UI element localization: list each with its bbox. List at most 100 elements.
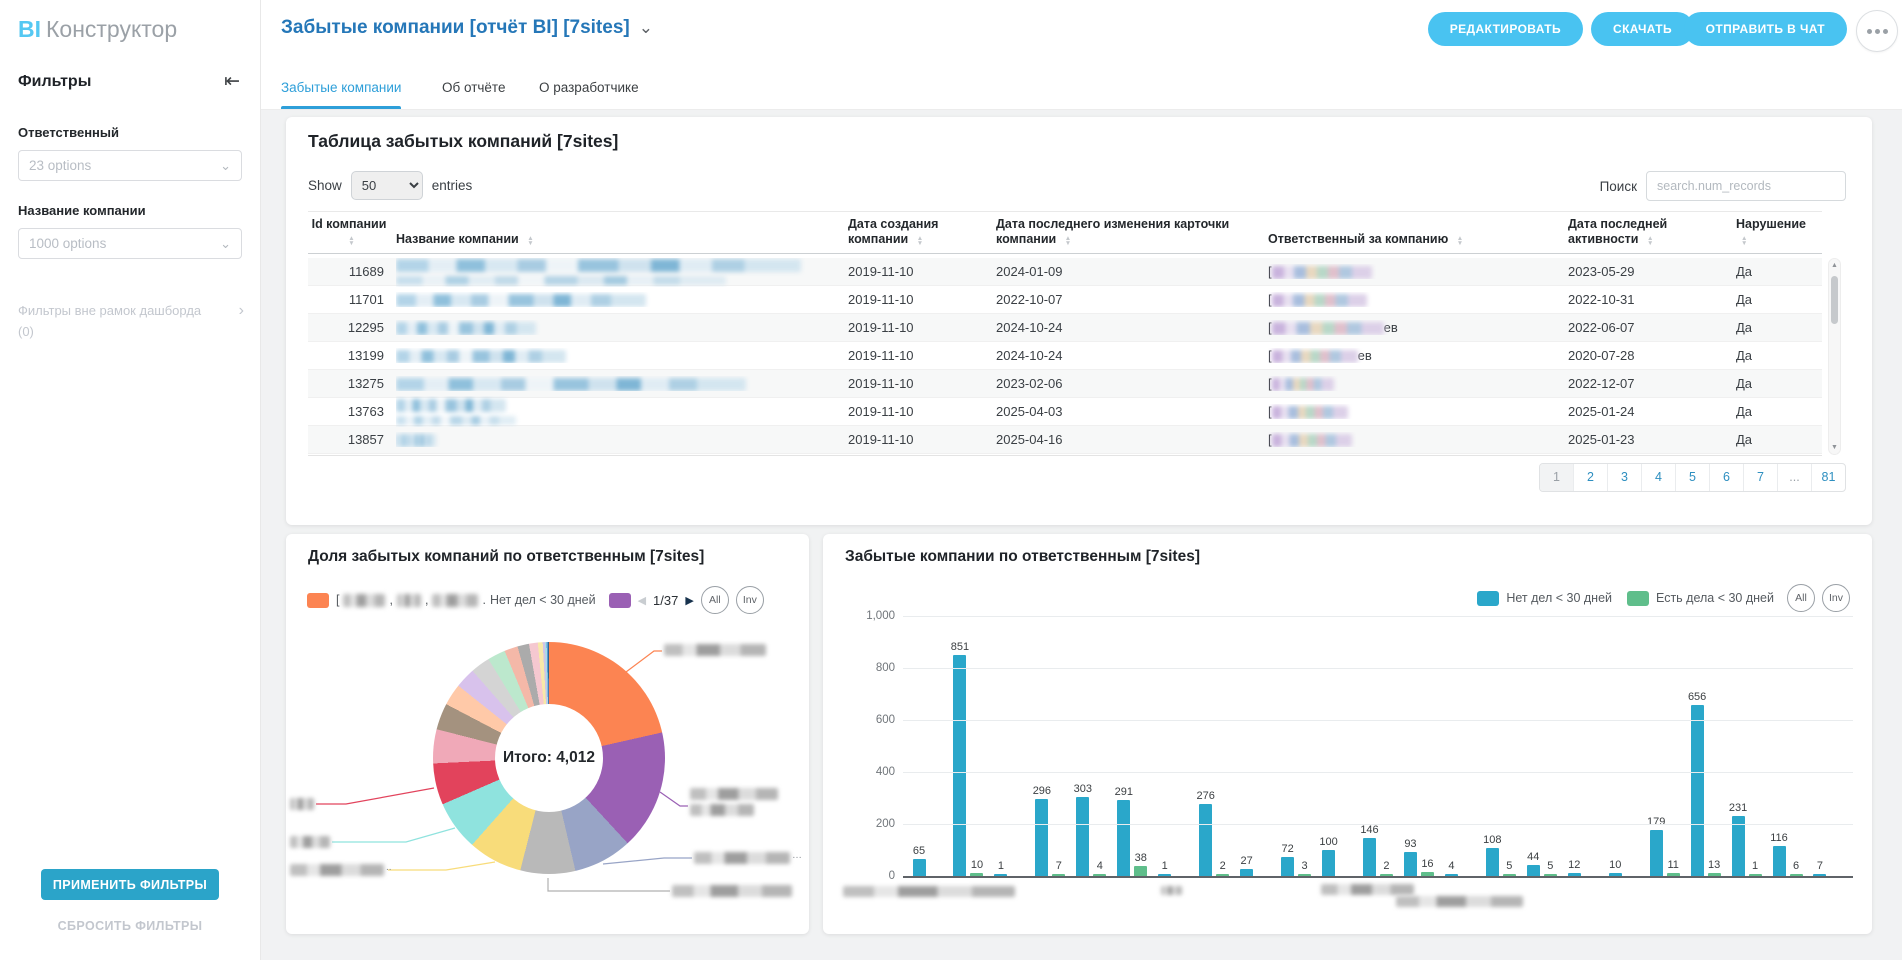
column-header[interactable]: Дата последнего изменения карточки компа… [996,217,1268,247]
bar-value-label: 2 [1383,860,1389,872]
page-button[interactable]: 4 [1642,464,1676,491]
app-logo: BIКонструктор [18,16,177,43]
cell-violation: Да [1736,320,1822,335]
chevron-right-icon: › [239,300,244,321]
page-size-select[interactable]: 50 [351,171,423,200]
blurred-callout-label [290,864,384,876]
page-button[interactable]: 1 [1540,464,1574,491]
search-input[interactable] [1646,171,1846,201]
column-header[interactable]: Дата создания компании ▲▼ [848,217,996,247]
column-header[interactable]: Нарушение ▲▼ [1736,217,1822,247]
chevron-down-icon: ⌄ [220,236,231,252]
page-button[interactable]: 81 [1812,464,1845,491]
cell-violation: Да [1736,376,1822,391]
scroll-down-icon[interactable]: ▼ [1829,444,1840,451]
reset-filters-button[interactable]: СБРОСИТЬ ФИЛЬТРЫ [41,919,219,933]
bar-value-label: 93 [1404,838,1416,850]
donut-legend: [ , , . Нет дел < 30 дней ◀ 1/37 ▶ All I… [307,586,789,614]
page-button[interactable]: 2 [1574,464,1608,491]
scroll-up-icon[interactable]: ▲ [1829,262,1840,269]
sort-icon[interactable]: ▲▼ [917,236,923,247]
tab-about-developer[interactable]: О разработчике [539,66,639,109]
table-row: 131992019-11-102024-10-24[ев2020-07-28Да [308,342,1822,370]
sort-icon[interactable]: ▲▼ [348,236,354,247]
table-row: 138572019-11-102025-04-16[2025-01-23Да [308,426,1822,454]
table-row: 116892019-11-102024-01-09[2023-05-29Да [308,258,1822,286]
more-options-button[interactable] [1856,10,1898,52]
legend-next-icon[interactable]: ▶ [685,594,693,607]
blurred-callout-label [672,885,792,897]
download-button[interactable]: СКАЧАТЬ [1591,12,1694,46]
cell-responsible: [ [1268,292,1568,307]
collapse-filters-icon[interactable]: ⇤ [224,72,240,91]
bar-no-deals [1527,865,1540,876]
responsible-select[interactable]: 23 options ⌄ [18,150,242,181]
topbar: Забытые компании [отчёт BI] [7sites]⌄ РЕ… [261,0,1902,66]
bar-groups[interactable]: 6585110129673034291381276227723100146293… [903,616,1853,876]
entries-label: entries [432,178,473,193]
tab-forgotten-companies[interactable]: Забытые компании [281,66,401,109]
table-row: 137632019-11-102025-04-03[2025-01-24Да [308,398,1822,426]
sort-icon[interactable]: ▲▼ [1457,236,1463,247]
column-header[interactable]: Название компании ▲▼ [396,217,848,247]
page-button[interactable]: 6 [1710,464,1744,491]
table-row-partial [308,454,1822,456]
page: BIКонструктор Фильтры ⇤ Ответственный 23… [0,0,1902,960]
page-button[interactable]: 3 [1608,464,1642,491]
bar-no-deals [1281,857,1294,876]
donut-chart[interactable]: Итого: 4,012 [433,642,665,874]
filters-title: Фильтры [18,73,91,91]
page-button[interactable]: 5 [1676,464,1710,491]
bar-value-label: 231 [1729,802,1747,814]
table-body[interactable]: 116892019-11-102024-01-09[2023-05-29Да11… [308,258,1822,456]
bar-no-deals [1117,800,1130,876]
bar-group: 1166 [1771,832,1804,876]
edit-button[interactable]: РЕДАКТИРОВАТЬ [1428,12,1583,46]
select-all-button[interactable]: All [1787,584,1815,612]
table-row: 132752019-11-102023-02-06[2022-12-07Да [308,370,1822,398]
table-scrollbar[interactable]: ▲ ▼ [1828,258,1841,455]
sort-icon[interactable]: ▲▼ [527,236,533,247]
filter-label-company: Название компании [18,203,146,218]
cell-company-id: 13763 [308,404,396,419]
invert-selection-button[interactable]: Inv [736,586,764,614]
apply-filters-button[interactable]: ПРИМЕНИТЬ ФИЛЬТРЫ [41,869,219,900]
column-header[interactable]: Дата последней активности ▲▼ [1568,217,1736,247]
cell-company-name [396,432,848,447]
bar-no-deals [1773,846,1786,876]
sort-icon[interactable]: ▲▼ [1065,236,1071,247]
tabs-bar: Забытые компании Об отчёте О разработчик… [261,66,1902,110]
bar-group: 85110 [952,641,985,876]
tab-about-report[interactable]: Об отчёте [442,66,505,109]
bar-value-label: 65 [913,845,925,857]
sort-icon[interactable]: ▲▼ [1647,236,1653,247]
blurred-x-label [1161,886,1182,895]
blurred-callout-label [290,836,330,848]
legend-swatch-orange [307,593,329,608]
scrollbar-thumb[interactable] [1831,276,1838,324]
cell-last-activity: 2022-06-07 [1568,320,1736,335]
legend-prev-icon[interactable]: ◀ [638,594,646,607]
bar-value-label: 72 [1281,843,1293,855]
company-select[interactable]: 1000 options ⌄ [18,228,242,259]
bar-value-label: 1 [1752,860,1758,872]
cell-violation: Да [1736,264,1822,279]
bar-value-label: 4 [1448,860,1454,872]
column-header[interactable]: Id компании ▲▼ [308,217,396,247]
column-header[interactable]: Ответственный за компанию ▲▼ [1268,217,1568,247]
bar-group: 27 [1239,855,1272,876]
send-to-chat-button[interactable]: ОТПРАВИТЬ В ЧАТ [1684,12,1847,46]
gridline [903,616,1853,617]
bar-value-label: 16 [1421,858,1433,870]
cell-company-id: 13857 [308,432,396,447]
select-all-button[interactable]: All [701,586,729,614]
cell-violation: Да [1736,292,1822,307]
outside-filters-link[interactable]: › Фильтры вне рамок дашборда (0) [18,300,244,342]
cell-company-name [396,258,848,287]
bar-value-label: 7 [1817,860,1823,872]
report-title[interactable]: Забытые компании [отчёт BI] [7sites]⌄ [281,17,653,39]
page-button[interactable]: 7 [1744,464,1778,491]
cell-last-activity: 2025-01-23 [1568,432,1736,447]
invert-selection-button[interactable]: Inv [1822,584,1850,612]
sort-icon[interactable]: ▲▼ [1741,236,1747,247]
